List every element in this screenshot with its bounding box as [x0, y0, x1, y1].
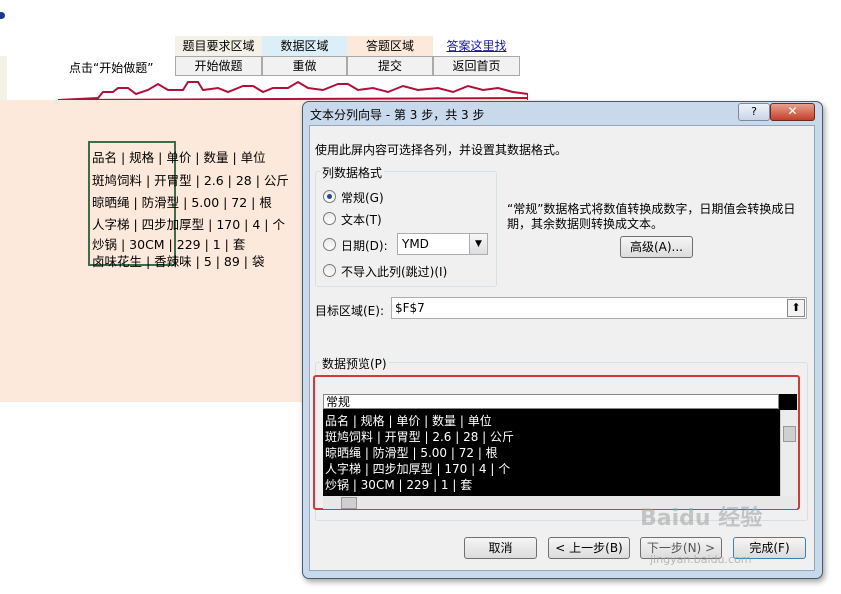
radio-text-label[interactable]: 文本(T): [341, 211, 382, 228]
date-format-value: YMD: [402, 237, 429, 251]
back-button[interactable]: < 上一步(B): [548, 537, 630, 559]
preview-column-header[interactable]: 常规: [323, 394, 779, 409]
watermark-url: jingyan.baidu.com: [650, 553, 752, 566]
decor-dot: [0, 12, 5, 19]
intro-text: 使用此屏内容可选择各列，并设置其数据格式。: [315, 143, 568, 157]
radio-general[interactable]: [323, 190, 336, 203]
hint-text: 点击“开始做题”: [69, 61, 154, 75]
sheet-line: 斑鸠饲料 | 开胃型 | 2.6 | 28 | 公斤: [92, 173, 289, 188]
home-button[interactable]: 返回首页: [433, 56, 520, 76]
preview-row: 炒锅 | 30CM | 229 | 1 | 套: [325, 478, 473, 492]
submit-button[interactable]: 提交: [347, 56, 433, 76]
chevron-down-icon[interactable]: ▼: [469, 234, 487, 254]
tab-answer-area[interactable]: 答题区域: [347, 36, 433, 56]
preview-row: 品名 | 规格 | 单价 | 数量 | 单位: [325, 414, 492, 428]
sheet-line: 人字梯 | 四步加厚型 | 170 | 4 | 个: [92, 217, 285, 232]
redo-button[interactable]: 重做: [262, 56, 347, 76]
preview-row: 人字梯 | 四步加厚型 | 170 | 4 | 个: [325, 462, 511, 476]
collapse-dialog-icon[interactable]: ⬆: [787, 299, 805, 317]
sheet-line: 晾晒绳 | 防滑型 | 5.00 | 72 | 根: [92, 195, 272, 210]
target-value: $F$7: [395, 301, 425, 315]
radio-date-label[interactable]: 日期(D):: [341, 237, 388, 254]
tab-question-area[interactable]: 题目要求区域: [175, 36, 262, 56]
format-group-label: 列数据格式: [320, 164, 385, 181]
help-button[interactable]: ?: [738, 103, 770, 121]
tab-data-area[interactable]: 数据区域: [262, 36, 347, 56]
date-format-select[interactable]: YMD ▼: [397, 233, 488, 255]
preview-row: 斑鸠饲料 | 开胃型 | 2.6 | 28 | 公斤: [325, 430, 515, 444]
radio-general-label[interactable]: 常规(G): [341, 189, 384, 206]
preview-label: 数据预览(P): [320, 355, 389, 372]
target-field[interactable]: $F$7 ⬆: [391, 297, 807, 319]
dialog-title: 文本分列向导 - 第 3 步，共 3 步: [310, 108, 485, 122]
close-button[interactable]: ✕: [770, 103, 815, 121]
preview-row: 晾晒绳 | 防滑型 | 5.00 | 72 | 根: [325, 446, 498, 460]
sheet-line: 品名 | 规格 | 单价 | 数量 | 单位: [92, 150, 266, 165]
radio-text[interactable]: [323, 212, 336, 225]
radio-skip-label[interactable]: 不导入此列(跳过)(I): [341, 263, 447, 280]
radio-date[interactable]: [323, 238, 336, 251]
radio-skip[interactable]: [323, 264, 336, 277]
target-label: 目标区域(E):: [315, 304, 384, 318]
skyline-decoration: [58, 80, 528, 102]
answer-link[interactable]: 答案这里找: [433, 36, 520, 56]
format-description-2: 期，其余数据则转换成文本。: [507, 217, 664, 231]
preview-vertical-scrollbar[interactable]: [780, 410, 798, 496]
sheet-line: 卤味花生 | 香辣味 | 5 | 89 | 袋: [92, 254, 265, 269]
left-strip: [0, 56, 7, 100]
advanced-button[interactable]: 高级(A)...: [620, 236, 693, 258]
cancel-button[interactable]: 取消: [464, 537, 537, 559]
watermark: Baidu 经验: [640, 506, 763, 531]
start-button[interactable]: 开始做题: [175, 56, 262, 76]
